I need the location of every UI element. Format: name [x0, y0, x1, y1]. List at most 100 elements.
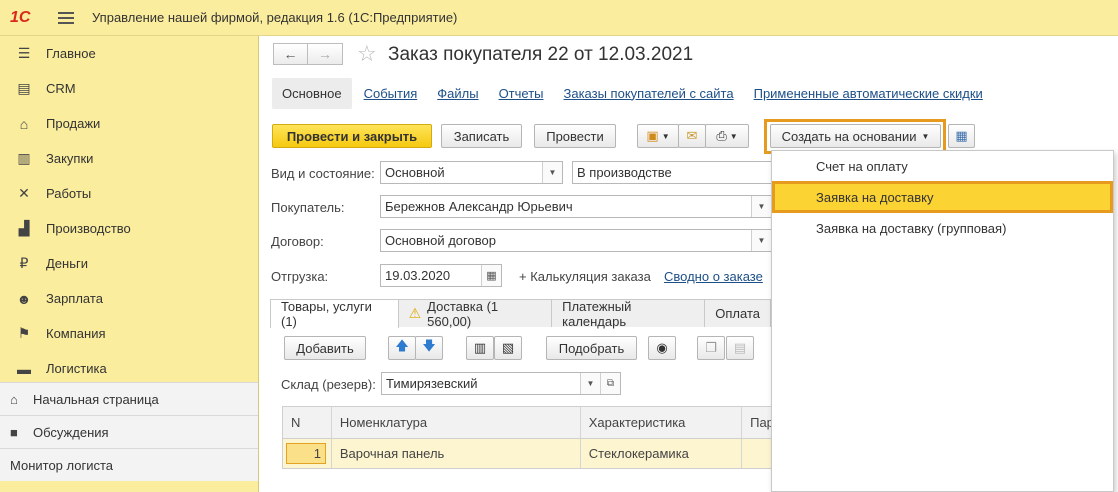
row-characteristic[interactable]: Стеклокерамика — [581, 439, 743, 468]
contract-label: Договор: — [271, 234, 324, 249]
sidebar-item-salary[interactable]: ☻ Зарплата — [0, 281, 258, 316]
view-button[interactable]: ◉ — [648, 336, 676, 360]
sidebar-item-sales[interactable]: ⌂ Продажи — [0, 106, 258, 141]
tab-site-orders[interactable]: Заказы покупателей с сайта — [564, 86, 734, 101]
chevron-down-icon[interactable]: ▼ — [542, 162, 562, 183]
column-header[interactable]: N — [283, 407, 332, 438]
warehouse-field[interactable]: Тимирязевский ▼ ⧉ — [381, 372, 621, 395]
pick-button[interactable]: Подобрать — [546, 336, 637, 360]
forward-button[interactable]: → — [308, 43, 343, 65]
scan-search-button[interactable]: ▧ — [494, 336, 522, 360]
favorite-star-icon[interactable]: ☆ — [357, 41, 377, 67]
tab-reports[interactable]: Отчеты — [499, 86, 544, 101]
create-based-on-button[interactable]: Создать на основании ▼ — [770, 124, 941, 148]
column-header[interactable]: Пар — [742, 407, 771, 438]
tab-payment[interactable]: Оплата — [704, 299, 771, 327]
goods-table: N Номенклатура Характеристика Пар 1 Варо… — [282, 406, 772, 469]
menu-item-delivery-request-group[interactable]: Заявка на доставку (групповая) — [772, 213, 1113, 243]
copy-icon: ❐ — [705, 340, 717, 355]
tab-main[interactable]: Основное — [272, 77, 352, 109]
row-item[interactable]: Варочная панель — [332, 439, 581, 468]
table-row[interactable]: 1 Варочная панель Стеклокерамика — [283, 439, 771, 468]
tab-auto-discounts[interactable]: Примененные автоматические скидки — [754, 86, 983, 101]
sidebar-item-purchases[interactable]: ▥ Закупки — [0, 141, 258, 176]
sidebar-item-money[interactable]: ₽ Деньги — [0, 246, 258, 281]
truck-icon: ▬ — [17, 360, 31, 377]
list-icon: ☰ — [17, 45, 31, 61]
crm-icon: ▤ — [17, 80, 31, 96]
nav-discussions[interactable]: ■ Обсуждения — [0, 415, 258, 448]
post-and-close-button[interactable]: Провести и закрыть — [272, 124, 432, 148]
printer-icon: ⎙ — [716, 128, 727, 143]
email-button[interactable]: ✉ — [678, 124, 706, 148]
paste-icon: ▤ — [733, 340, 747, 355]
menu-icon[interactable] — [58, 9, 74, 27]
home-icon: ⌂ — [10, 391, 18, 407]
move-down-button[interactable]: 🡇 — [415, 336, 443, 360]
shipment-label: Отгрузка: — [271, 269, 329, 284]
nav-home[interactable]: ⌂ Начальная страница — [0, 382, 258, 415]
state-field[interactable]: В производстве — [572, 161, 772, 184]
sidebar-bottom: ⌂ Начальная страница ■ Обсуждения Монитор … — [0, 382, 258, 481]
sidebar-item-main[interactable]: ☰ Главное — [0, 36, 258, 71]
detail-tabs: Товары, услуги (1) ⚠ Доставка (1 560,00) … — [270, 299, 771, 329]
calendar-icon[interactable]: ▦ — [481, 265, 501, 286]
chevron-down-icon[interactable]: ▼ — [751, 230, 771, 251]
paste-button[interactable]: ▤ — [726, 336, 754, 360]
kind-label: Вид и состояние: — [271, 166, 375, 181]
chevron-down-icon[interactable]: ▼ — [751, 196, 771, 217]
post-button[interactable]: Провести — [534, 124, 616, 148]
column-header[interactable]: Номенклатура — [332, 407, 581, 438]
contract-field[interactable]: Основной договор ▼ — [380, 229, 772, 252]
tab-delivery[interactable]: ⚠ Доставка (1 560,00) — [397, 299, 553, 329]
print-button[interactable]: ⎙ ▼ — [705, 124, 749, 148]
open-icon[interactable]: ⧉ — [600, 373, 620, 394]
arrow-up-icon: 🡅 — [395, 338, 409, 353]
ruble-icon: ₽ — [19, 255, 29, 271]
sidebar-item-production[interactable]: ▟ Производство — [0, 211, 258, 246]
chevron-down-icon[interactable]: ▼ — [580, 373, 600, 394]
app-title: Управление нашей фирмой, редакция 1.6 (1… — [92, 10, 458, 25]
nav-buttons: ← → — [273, 43, 343, 65]
buyer-label: Покупатель: — [271, 200, 345, 215]
sidebar-item-crm[interactable]: ▤ CRM — [0, 71, 258, 106]
sidebar-item-logistics[interactable]: ▬ Логистика — [0, 351, 258, 386]
menu-item-invoice[interactable]: Счет на оплату — [772, 151, 1113, 181]
table-header: N Номенклатура Характеристика Пар — [283, 407, 771, 439]
structure-button[interactable]: ▦ — [948, 124, 975, 148]
title-bar: 1С Управление нашей фирмой, редакция 1.6… — [0, 0, 1118, 36]
page-title: Заказ покупателя 22 от 12.03.2021 — [388, 44, 694, 65]
tab-goods-services[interactable]: Товары, услуги (1) — [270, 299, 399, 329]
tab-events[interactable]: События — [364, 86, 418, 101]
save-button[interactable]: Записать — [441, 124, 522, 148]
copy-button[interactable]: ❐ — [697, 336, 725, 360]
print-forms-button[interactable]: ▣ ▼ — [637, 124, 679, 148]
hierarchy-icon: ▦ — [955, 128, 968, 143]
calculation-toggle[interactable]: + Калькуляция заказа — [519, 269, 651, 284]
kind-field[interactable]: Основной ▼ — [380, 161, 563, 184]
warning-icon: ⚠ — [408, 305, 422, 321]
nav-logist-monitor[interactable]: Монитор логиста — [0, 448, 258, 481]
move-up-button[interactable]: 🡅 — [388, 336, 416, 360]
basket-icon: ⌂ — [19, 115, 29, 132]
order-summary-link[interactable]: Сводно о заказе — [664, 269, 763, 284]
tab-files[interactable]: Файлы — [437, 86, 478, 101]
scan-barcode-button[interactable]: ▥ — [466, 336, 494, 360]
add-row-button[interactable]: Добавить — [284, 336, 366, 360]
envelope-icon: ✉ — [686, 128, 698, 143]
form-tabs: Основное События Файлы Отчеты Заказы пок… — [272, 77, 983, 109]
tab-payment-calendar[interactable]: Платежный календарь — [551, 299, 706, 329]
column-header[interactable]: Характеристика — [581, 407, 743, 438]
menu-item-delivery-request[interactable]: Заявка на доставку — [772, 181, 1113, 213]
buyer-field[interactable]: Бережнов Александр Юрьевич ▼ — [380, 195, 772, 218]
row-number[interactable]: 1 — [286, 443, 326, 464]
back-button[interactable]: ← — [273, 43, 308, 65]
tools-icon: ✕ — [18, 185, 30, 201]
warehouse-label: Склад (резерв): — [281, 377, 376, 392]
sidebar: ☰ Главное ▤ CRM ⌂ Продажи ▥ Закупки ✕ Работы … — [0, 36, 259, 492]
sidebar-item-works[interactable]: ✕ Работы — [0, 176, 258, 211]
sidebar-item-company[interactable]: ⚑ Компания — [0, 316, 258, 351]
shipment-date-field[interactable]: 19.03.2020 ▦ — [380, 264, 502, 287]
arrow-down-icon: 🡇 — [422, 338, 436, 353]
arrow-right-icon: → — [318, 46, 332, 62]
